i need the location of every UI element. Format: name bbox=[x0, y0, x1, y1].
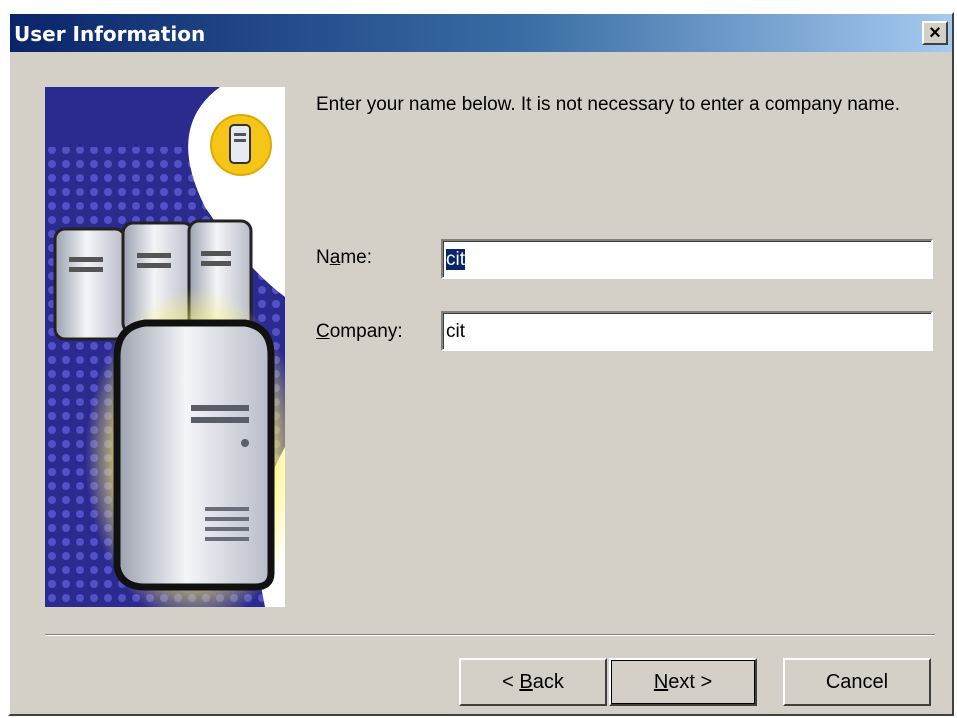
server-computers-illustration bbox=[45, 87, 285, 607]
button-separator bbox=[45, 634, 935, 636]
name-value: cit bbox=[446, 249, 465, 270]
company-value: cit bbox=[446, 321, 465, 342]
company-label: Company: bbox=[316, 321, 403, 342]
server-illustration bbox=[45, 87, 285, 607]
back-button[interactable]: < Back bbox=[459, 658, 607, 706]
company-field[interactable]: cit bbox=[441, 311, 933, 351]
company-access-key: C bbox=[316, 321, 330, 342]
next-button[interactable]: Next > bbox=[609, 658, 757, 706]
name-access-key: a bbox=[329, 247, 341, 268]
close-button[interactable]: × bbox=[922, 21, 948, 45]
cancel-button[interactable]: Cancel bbox=[783, 658, 931, 706]
name-field[interactable]: cit bbox=[441, 239, 933, 279]
instruction-text: Enter your name below. It is not necessa… bbox=[316, 94, 901, 115]
setup-dialog: User Information × Enter your name below… bbox=[8, 12, 954, 716]
name-label: Name: bbox=[316, 247, 372, 268]
dialog-title: User Information bbox=[14, 22, 206, 46]
close-icon: × bbox=[929, 22, 941, 44]
title-bar[interactable]: User Information × bbox=[10, 14, 952, 52]
